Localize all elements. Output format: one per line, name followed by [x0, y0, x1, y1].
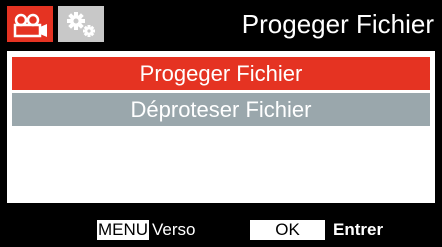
- footer-bar: MENU Verso OK Entrer: [0, 206, 442, 247]
- menu-panel: Progeger Fichier Déproteser Fichier: [7, 51, 435, 203]
- tab-video[interactable]: [7, 6, 53, 42]
- gears-icon: [67, 12, 95, 37]
- page-title: Progeger Fichier: [241, 9, 434, 39]
- menu-key[interactable]: MENU: [97, 220, 149, 240]
- ok-key[interactable]: OK: [250, 220, 325, 240]
- menu-item-unprotect-file[interactable]: Déproteser Fichier: [12, 93, 430, 126]
- menu-item-protect-file[interactable]: Progeger Fichier: [12, 57, 430, 90]
- header-bar: Progeger Fichier: [0, 0, 442, 48]
- ok-key-action: Entrer: [333, 220, 384, 239]
- video-camera-icon: [13, 13, 47, 38]
- tab-settings[interactable]: [58, 6, 104, 42]
- menu-key-action: Verso: [152, 220, 196, 239]
- camera-menu-screen: Progeger Fichier Progeger Fichier Déprot…: [0, 0, 442, 247]
